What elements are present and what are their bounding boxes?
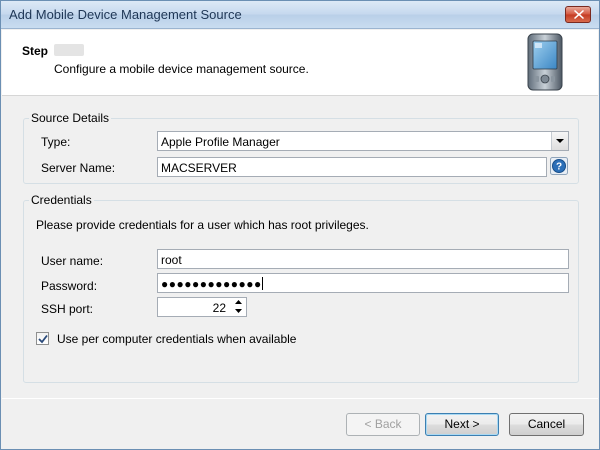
next-button[interactable]: Next >	[425, 413, 499, 436]
cancel-button[interactable]: Cancel	[509, 413, 584, 436]
chevron-up-icon	[235, 300, 242, 304]
ssh-port-label: SSH port:	[41, 302, 94, 316]
help-button[interactable]: ?	[550, 157, 568, 175]
password-input[interactable]: ●●●●●●●●●●●●●	[157, 273, 569, 293]
dropdown-arrow-button[interactable]	[551, 132, 568, 150]
ssh-port-value: 22	[212, 301, 226, 315]
dialog-window: Add Mobile Device Management Source Step…	[0, 0, 600, 450]
window-title: Add Mobile Device Management Source	[9, 7, 242, 22]
step-number-redacted	[54, 44, 84, 56]
close-button[interactable]	[565, 6, 591, 23]
server-name-label: Server Name:	[41, 161, 116, 175]
text-caret	[261, 277, 263, 290]
wizard-header: Step Configure a mobile device managemen…	[2, 30, 598, 96]
credentials-instructions: Please provide credentials for a user wh…	[36, 218, 369, 232]
checkmark-icon	[38, 334, 48, 344]
type-dropdown[interactable]: Apple Profile Manager	[157, 131, 569, 151]
password-masked-value: ●●●●●●●●●●●●●	[161, 277, 262, 291]
username-label: User name:	[41, 254, 104, 268]
back-button[interactable]: < Back	[346, 413, 420, 436]
title-bar[interactable]: Add Mobile Device Management Source	[1, 1, 599, 29]
help-icon: ?	[550, 157, 568, 175]
close-icon	[574, 10, 584, 19]
type-selected-value: Apple Profile Manager	[161, 135, 280, 149]
source-details-label: Source Details	[29, 111, 112, 125]
per-computer-credentials-checkbox[interactable]	[36, 332, 49, 345]
username-input[interactable]: root	[157, 249, 569, 269]
password-label: Password:	[41, 279, 98, 293]
step-label: Step	[22, 44, 49, 58]
server-name-input[interactable]: MACSERVER	[157, 157, 547, 177]
per-computer-credentials-label[interactable]: Use per computer credentials when availa…	[57, 332, 296, 346]
credentials-label: Credentials	[29, 193, 94, 207]
chevron-down-icon	[235, 309, 242, 313]
chevron-down-icon	[556, 139, 564, 143]
spinner-down-button[interactable]	[232, 307, 246, 316]
ssh-port-spinner[interactable]: 22	[157, 297, 247, 317]
footer-divider	[2, 398, 598, 399]
step-description: Configure a mobile device management sou…	[54, 62, 309, 76]
spinner-up-button[interactable]	[232, 298, 246, 307]
type-label: Type:	[41, 135, 71, 149]
svg-text:?: ?	[556, 162, 562, 173]
mobile-device-icon	[527, 33, 563, 91]
